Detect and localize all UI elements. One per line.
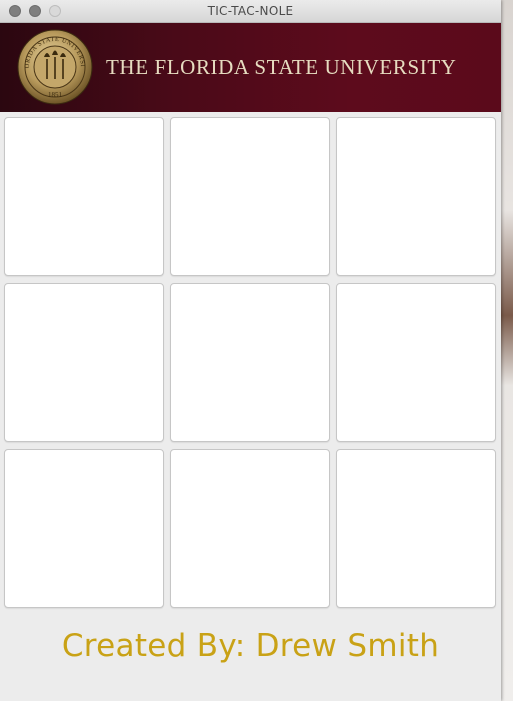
board-cell-r2-c2[interactable] xyxy=(170,283,330,442)
board-cell-r1-c2[interactable] xyxy=(170,117,330,276)
board-cell-r1-c1[interactable] xyxy=(4,117,164,276)
board-cell-r3-c3[interactable] xyxy=(336,449,496,608)
app-window: TIC-TAC-NOLE FLORIDA STATE UNIVERSITY xyxy=(0,0,501,701)
window-title: TIC-TAC-NOLE xyxy=(207,4,294,18)
board-cell-r2-c1[interactable] xyxy=(4,283,164,442)
desktop-background xyxy=(501,0,513,701)
fsu-banner: FLORIDA STATE UNIVERSITY 1851 THE FLORID… xyxy=(0,23,501,112)
credit-text: Created By: Drew Smith xyxy=(61,628,440,664)
university-name: THE FLORIDA STATE UNIVERSITY xyxy=(106,55,457,79)
board-cell-r2-c3[interactable] xyxy=(336,283,496,442)
seal-year: 1851 xyxy=(48,91,63,99)
title-bar[interactable]: TIC-TAC-NOLE xyxy=(0,0,501,23)
fsu-seal-logo: FLORIDA STATE UNIVERSITY 1851 xyxy=(17,29,93,105)
tic-tac-toe-board xyxy=(4,117,498,610)
board-cell-r1-c3[interactable] xyxy=(336,117,496,276)
board-cell-r3-c1[interactable] xyxy=(4,449,164,608)
board-cell-r3-c2[interactable] xyxy=(170,449,330,608)
